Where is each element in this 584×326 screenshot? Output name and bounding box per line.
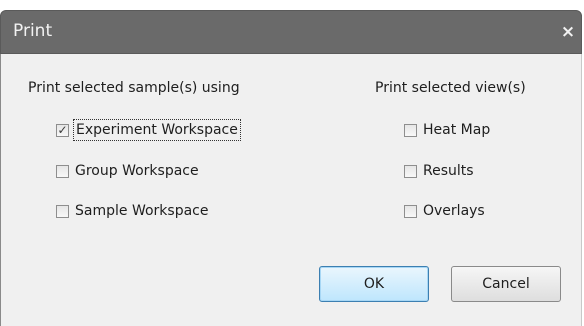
dialog-title: Print: [13, 21, 53, 41]
sample-workspace-checkbox[interactable]: Sample Workspace: [56, 200, 210, 222]
results-checkbox[interactable]: Results: [404, 160, 476, 182]
cancel-button[interactable]: Cancel: [451, 266, 561, 302]
overlays-label[interactable]: Overlays: [421, 201, 487, 221]
checkbox-box[interactable]: ✓: [56, 122, 69, 137]
title-bar[interactable]: Print ×: [0, 10, 582, 54]
close-icon[interactable]: ×: [559, 23, 577, 41]
sample-workspace-label[interactable]: Sample Workspace: [73, 201, 210, 221]
dialog-body: Print selected sample(s) using Print sel…: [0, 54, 582, 326]
checkbox-box[interactable]: [404, 164, 417, 178]
experiment-workspace-label[interactable]: Experiment Workspace: [73, 119, 241, 141]
checkmark-icon: ✓: [57, 122, 68, 137]
checkbox-box[interactable]: [404, 204, 417, 218]
view-section-label: Print selected view(s): [375, 80, 526, 96]
experiment-workspace-checkbox[interactable]: ✓ Experiment Workspace: [56, 119, 241, 141]
checkbox-box[interactable]: [56, 164, 69, 178]
heat-map-checkbox[interactable]: Heat Map: [404, 119, 492, 141]
print-dialog: Print × Print selected sample(s) using P…: [0, 0, 584, 326]
checkbox-box[interactable]: [404, 123, 417, 137]
results-label[interactable]: Results: [421, 161, 476, 181]
overlays-checkbox[interactable]: Overlays: [404, 200, 487, 222]
ok-button[interactable]: OK: [319, 266, 429, 302]
heat-map-label[interactable]: Heat Map: [421, 120, 492, 140]
group-workspace-checkbox[interactable]: Group Workspace: [56, 160, 201, 182]
checkbox-box[interactable]: [56, 204, 69, 218]
sample-section-label: Print selected sample(s) using: [28, 80, 240, 96]
group-workspace-label[interactable]: Group Workspace: [73, 161, 201, 181]
